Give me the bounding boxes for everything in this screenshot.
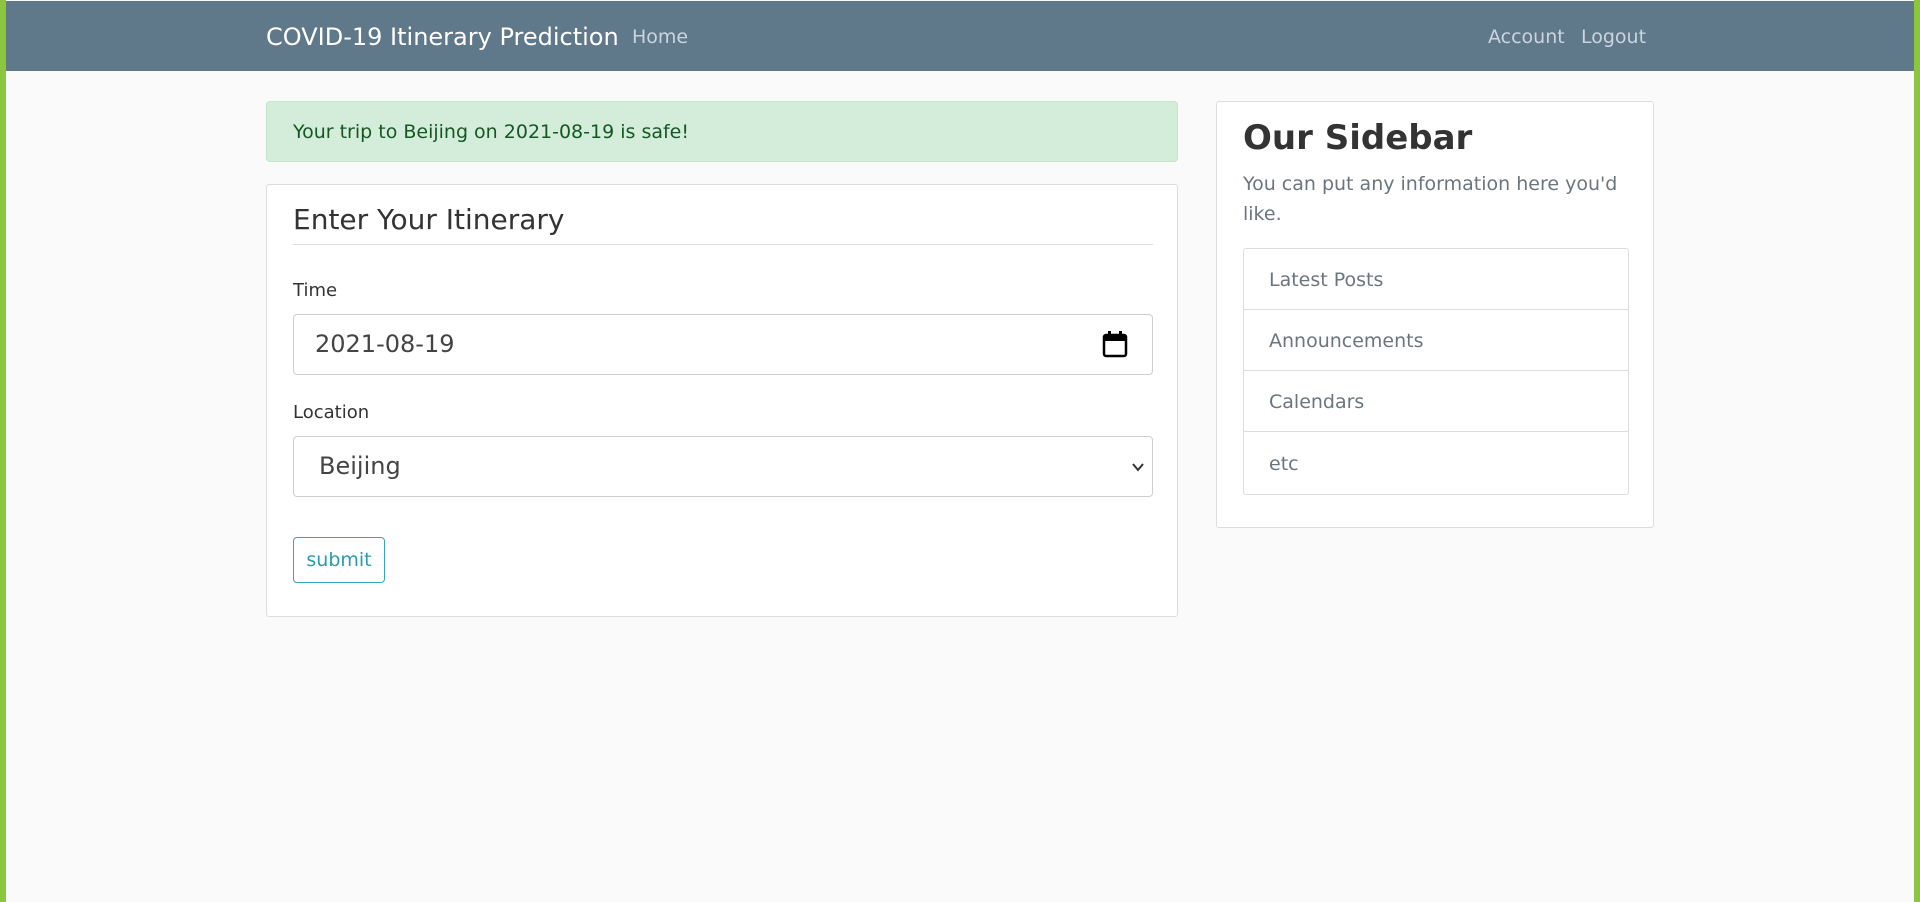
- location-label: Location: [293, 402, 370, 423]
- sidebar-item-label: Calendars: [1269, 391, 1365, 413]
- nav-home-link[interactable]: Home: [632, 26, 688, 48]
- location-value: Beijing: [319, 452, 401, 480]
- submit-button-label: submit: [306, 549, 372, 571]
- form-legend: Enter Your Itinerary: [293, 203, 565, 236]
- sidebar-item-label: Latest Posts: [1269, 269, 1384, 291]
- brand-link[interactable]: COVID-19 Itinerary Prediction: [266, 23, 619, 51]
- location-select[interactable]: Beijing: [293, 436, 1153, 497]
- time-label: Time: [293, 280, 338, 301]
- chevron-down-icon: [1132, 463, 1144, 472]
- time-value: 2021-08-19: [315, 330, 455, 358]
- sidebar-item-label: etc: [1269, 453, 1299, 475]
- sidebar-title: Our Sidebar: [1243, 118, 1473, 158]
- legend-divider: [293, 244, 1153, 245]
- sidebar-item-label: Announcements: [1269, 330, 1424, 352]
- calendar-icon[interactable]: [1102, 330, 1128, 358]
- sidebar-item-latest-posts[interactable]: Latest Posts: [1244, 249, 1628, 310]
- itinerary-form: Enter Your Itinerary Time 2021-08-19 Loc…: [266, 184, 1178, 617]
- page-edge-left: [0, 0, 6, 902]
- sidebar-item-announcements[interactable]: Announcements: [1244, 310, 1628, 371]
- nav-logout-link[interactable]: Logout: [1581, 26, 1646, 48]
- nav-account-link[interactable]: Account: [1488, 26, 1565, 48]
- sidebar-list: Latest Posts Announcements Calendars etc: [1243, 248, 1629, 495]
- sidebar: Our Sidebar You can put any information …: [1216, 101, 1654, 528]
- time-date-input[interactable]: 2021-08-19: [293, 314, 1153, 375]
- alert-message: Your trip to Beijing on 2021-08-19 is sa…: [293, 121, 689, 143]
- success-alert: Your trip to Beijing on 2021-08-19 is sa…: [266, 101, 1178, 162]
- sidebar-description: You can put any information here you'd l…: [1243, 173, 1618, 225]
- sidebar-item-etc[interactable]: etc: [1244, 433, 1628, 494]
- sidebar-item-calendars[interactable]: Calendars: [1244, 371, 1628, 432]
- navbar: COVID-19 Itinerary Prediction Home Accou…: [6, 1, 1914, 71]
- page-edge-right: [1914, 0, 1920, 902]
- submit-button[interactable]: submit: [293, 537, 385, 583]
